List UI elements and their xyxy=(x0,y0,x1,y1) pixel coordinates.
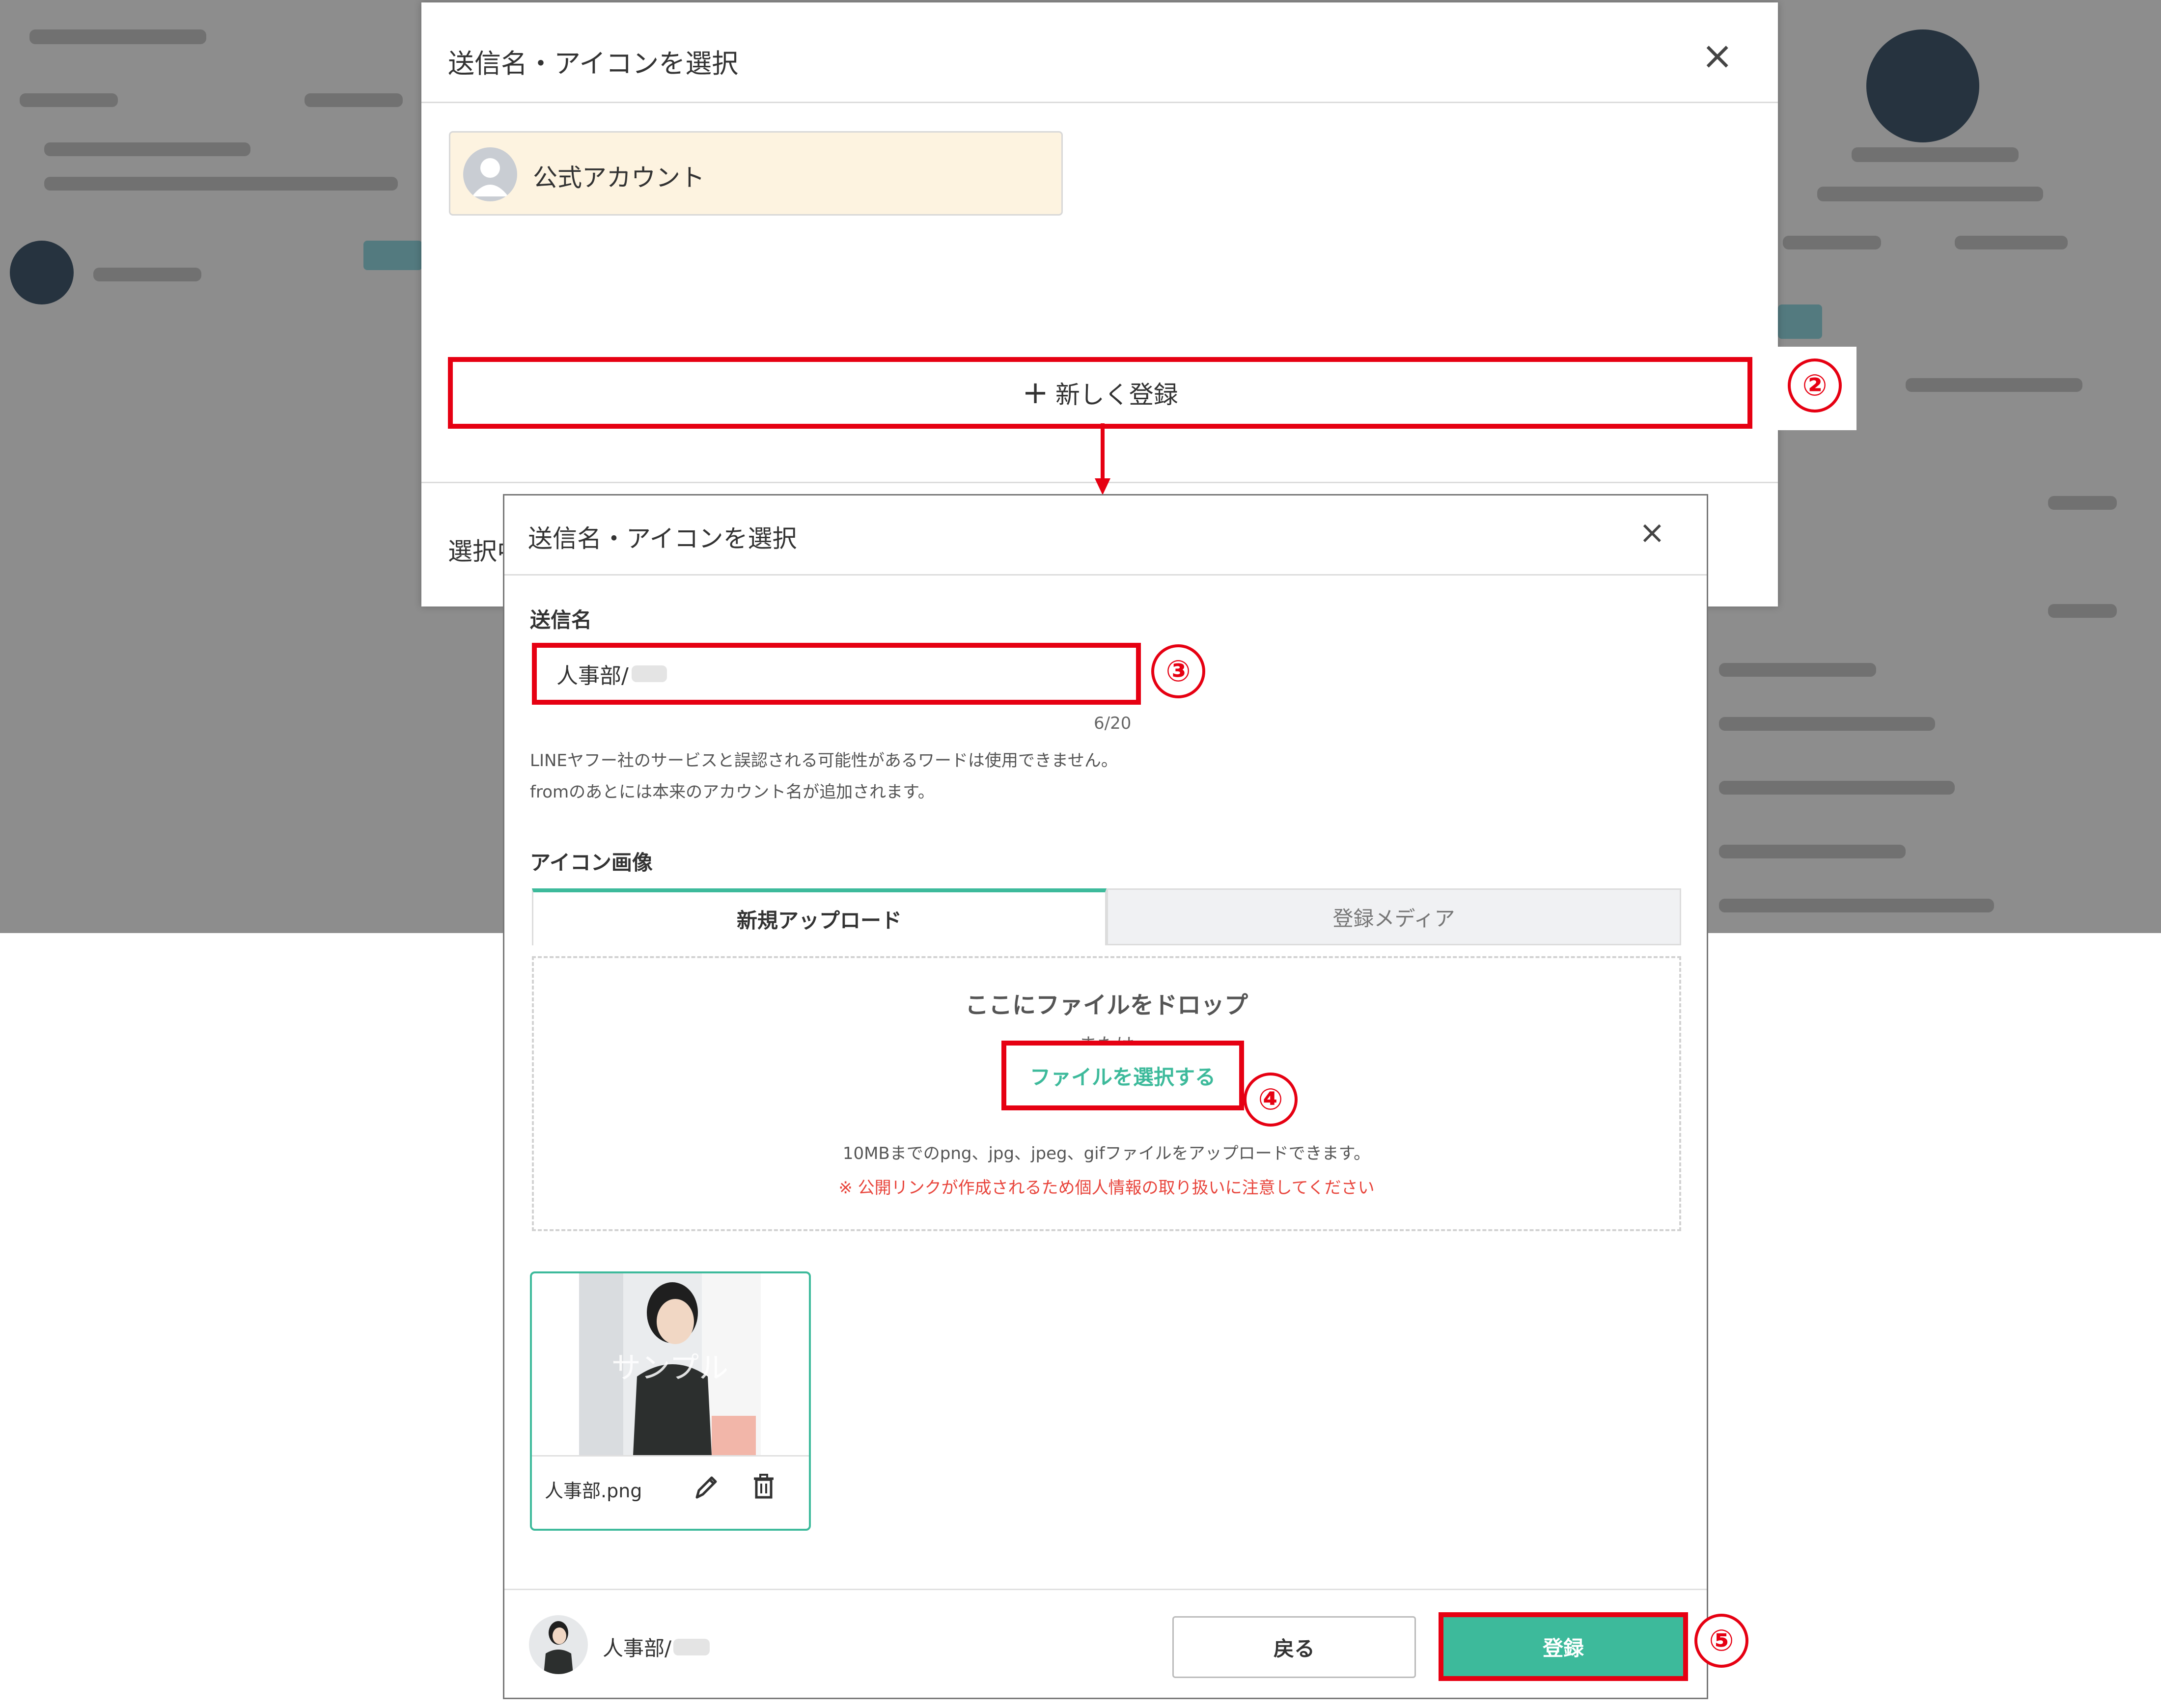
file-limit-note: 10MBまでのpng、jpg、jpeg、gifファイルをアップロードできます。 xyxy=(842,1144,1371,1163)
blurred-text xyxy=(631,665,667,682)
char-count: 6/20 xyxy=(1094,714,1132,733)
step-2-marker: ② xyxy=(1788,358,1842,413)
tab-new-upload[interactable]: 新規アップロード xyxy=(532,888,1107,945)
dialog-title: 送信名・アイコンを選択 xyxy=(448,48,739,79)
pencil-icon[interactable] xyxy=(690,1472,721,1503)
privacy-warning: ※ 公開リンクが作成されるため個人情報の取り扱いに注意してください xyxy=(838,1178,1375,1198)
plus-icon: + xyxy=(1022,375,1049,411)
divider xyxy=(532,1455,809,1457)
step-3-marker: ③ xyxy=(1151,644,1205,698)
sender-name-label: 送信名 xyxy=(530,608,592,632)
step-5-marker: ⑤ xyxy=(1694,1614,1748,1668)
uploaded-image-thumbnail: サンプル xyxy=(579,1273,761,1455)
from-note: fromのあとには本来のアカウント名が追加されます。 xyxy=(530,782,935,802)
register-sender-dialog: 送信名・アイコンを選択 × 送信名 人事部/ 6/20 LINEヤフー社のサービ… xyxy=(503,494,1708,1699)
image-filename: 人事部.png xyxy=(545,1480,642,1502)
blurred-text xyxy=(673,1638,710,1655)
uploaded-image-card[interactable]: サンプル 人事部.png xyxy=(530,1271,811,1531)
footer-divider xyxy=(504,1589,1707,1590)
account-option-card[interactable]: 公式アカウント xyxy=(449,131,1063,216)
icon-image-label: アイコン画像 xyxy=(530,851,653,875)
dropzone-title: ここにファイルをドロップ xyxy=(965,992,1248,1019)
avatar xyxy=(463,147,517,201)
divider xyxy=(504,574,1707,576)
trash-icon[interactable] xyxy=(748,1471,779,1502)
user-icon xyxy=(472,158,508,196)
close-icon[interactable]: × xyxy=(1639,517,1665,549)
connector-arrow xyxy=(1095,423,1110,495)
person-avatar-icon xyxy=(544,1621,573,1674)
back-button[interactable]: 戻る xyxy=(1172,1616,1416,1678)
file-dropzone[interactable]: ここにファイルをドロップ または ファイルを選択する 10MBまでのpng、jp… xyxy=(532,956,1681,1231)
new-register-label: 新しく登録 xyxy=(1055,381,1178,409)
preview-name-text: 人事部/ xyxy=(603,1636,672,1660)
preview-avatar xyxy=(529,1615,588,1674)
step-4-marker: ④ xyxy=(1244,1073,1298,1127)
account-name: 公式アカウント xyxy=(533,164,705,192)
register-button[interactable]: 登録 xyxy=(1439,1612,1688,1681)
preview-sender-name: 人事部/ xyxy=(603,1632,710,1662)
new-register-button[interactable]: + 新しく登録 xyxy=(448,357,1752,429)
select-file-button[interactable]: ファイルを選択する xyxy=(1001,1041,1244,1110)
sender-name-value: 人事部/ xyxy=(556,663,629,689)
sample-watermark: サンプル xyxy=(611,1351,729,1385)
sender-name-input[interactable]: 人事部/ xyxy=(532,643,1141,705)
dialog-title: 送信名・アイコンを選択 xyxy=(528,524,797,553)
tab-registered-media[interactable]: 登録メディア xyxy=(1107,888,1681,945)
ng-word-note: LINEヤフー社のサービスと誤認される可能性があるワードは使用できません。 xyxy=(530,751,1118,771)
divider xyxy=(421,102,1778,103)
close-icon[interactable]: × xyxy=(1701,37,1733,75)
